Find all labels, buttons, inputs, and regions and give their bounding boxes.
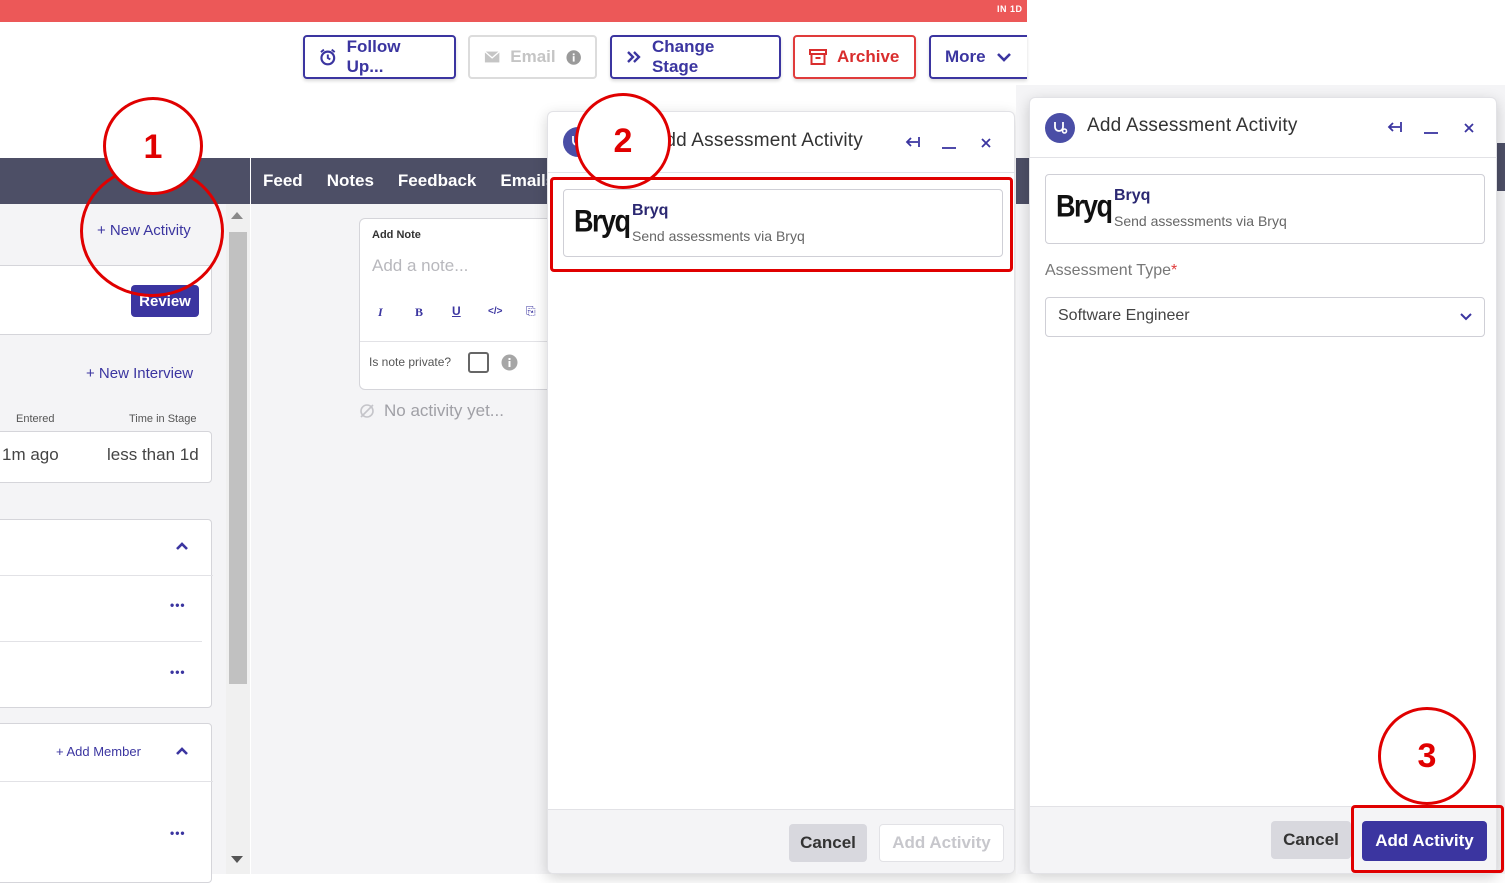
new-interview-link[interactable]: + New Interview bbox=[86, 365, 193, 382]
tab-feed[interactable]: Feed bbox=[263, 171, 303, 191]
right-header-strip bbox=[1016, 158, 1029, 204]
tab-notes[interactable]: Notes bbox=[327, 171, 374, 191]
code-button[interactable]: </> bbox=[488, 306, 502, 317]
annotation-step-3-box bbox=[1351, 805, 1504, 873]
annotation-step-3-circle: 3 bbox=[1378, 707, 1476, 805]
archive-box-icon bbox=[809, 49, 827, 65]
private-note-checkbox[interactable] bbox=[468, 352, 489, 373]
right-edge-strip bbox=[1497, 143, 1505, 191]
minimize-icon[interactable] bbox=[1423, 127, 1439, 135]
feed-tabs: Feed Notes Feedback Emails bbox=[251, 158, 555, 204]
bryq-logo: Bryq bbox=[1056, 188, 1113, 224]
dock-left-icon[interactable] bbox=[904, 136, 920, 148]
entered-value: 1m ago bbox=[2, 445, 59, 464]
no-activity-text: No activity yet... bbox=[384, 401, 504, 420]
stethoscope-icon bbox=[1045, 113, 1075, 143]
bold-button[interactable]: B bbox=[415, 305, 423, 320]
provider-description: Send assessments via Bryq bbox=[1114, 213, 1287, 229]
minimize-icon[interactable] bbox=[941, 142, 957, 150]
add-member-link[interactable]: + Add Member bbox=[56, 744, 141, 759]
annotation-step-3-number: 3 bbox=[1417, 737, 1437, 775]
row-menu-dots-icon[interactable]: ••• bbox=[170, 665, 186, 679]
add-note-label: Add Note bbox=[372, 229, 421, 241]
assessment-type-value: Software Engineer bbox=[1058, 307, 1190, 324]
dock-left-icon[interactable] bbox=[1386, 121, 1402, 133]
add-activity-button-disabled[interactable]: Add Activity bbox=[879, 824, 1004, 862]
annotation-step-2-number: 2 bbox=[613, 122, 633, 160]
time-in-stage-value: less than 1d bbox=[107, 445, 199, 464]
follow-up-button[interactable]: Follow Up... bbox=[303, 35, 456, 79]
tab-feedback[interactable]: Feedback bbox=[398, 171, 476, 191]
more-label: More bbox=[945, 47, 986, 66]
change-stage-button[interactable]: Change Stage bbox=[610, 35, 781, 79]
assessment-type-label: Assessment Type* bbox=[1045, 262, 1177, 280]
row-menu-dots-icon[interactable]: ••• bbox=[170, 598, 186, 612]
top-alert-bar: IN 1D bbox=[0, 0, 1027, 22]
modal-title: Add Assessment Activity bbox=[1087, 115, 1298, 136]
info-icon bbox=[566, 49, 581, 65]
double-chevron-right-icon bbox=[627, 51, 641, 63]
note-input[interactable]: Add a note... bbox=[372, 256, 468, 276]
sidebar-scroll-thumb[interactable] bbox=[229, 232, 247, 684]
modal-title-clip: Add Assessment Activity bbox=[663, 130, 863, 156]
annotation-step-1-number: 1 bbox=[143, 128, 163, 166]
annotation-step-1-circle: 1 bbox=[103, 97, 203, 195]
archive-button[interactable]: Archive bbox=[793, 35, 916, 79]
entered-column-header: Entered bbox=[16, 413, 55, 425]
top-alert-text: IN 1D bbox=[997, 4, 1023, 14]
scroll-down-arrow-icon[interactable] bbox=[231, 856, 243, 863]
chevron-up-icon[interactable] bbox=[175, 541, 189, 551]
embed-button[interactable]: ⎘ bbox=[526, 304, 536, 319]
empty-set-icon bbox=[360, 404, 374, 418]
email-button[interactable]: Email bbox=[468, 35, 597, 79]
alarm-clock-icon bbox=[320, 48, 336, 66]
private-note-label: Is note private? bbox=[369, 355, 452, 369]
change-stage-label: Change Stage bbox=[651, 37, 715, 76]
cancel-button[interactable]: Cancel bbox=[789, 824, 867, 862]
underline-button[interactable]: U bbox=[452, 304, 461, 318]
time-in-stage-column-header: Time in Stage bbox=[129, 413, 197, 425]
scroll-up-arrow-icon[interactable] bbox=[231, 212, 243, 219]
chevron-down-icon bbox=[996, 53, 1011, 62]
info-icon bbox=[501, 354, 518, 371]
italic-button[interactable]: I bbox=[378, 305, 383, 320]
assessment-type-label-text: Assessment Type bbox=[1045, 262, 1171, 279]
modal-footer: Cancel Add Activity bbox=[548, 809, 1014, 873]
bryq-provider-card[interactable]: Bryq Bryq Send assessments via Bryq bbox=[1045, 174, 1485, 244]
email-label: Email bbox=[510, 47, 556, 66]
assessment-type-select[interactable]: Software Engineer bbox=[1045, 297, 1485, 337]
follow-up-label: Follow Up... bbox=[346, 37, 401, 76]
envelope-icon bbox=[484, 51, 500, 63]
provider-name: Bryq bbox=[1114, 187, 1151, 204]
add-note-card: Add Note Add a note... I B U </> ⎘ Is no… bbox=[359, 218, 560, 390]
chevron-down-icon bbox=[1460, 313, 1472, 321]
archive-label: Archive bbox=[837, 47, 900, 66]
close-icon[interactable] bbox=[1463, 122, 1475, 134]
modal-title: Add Assessment Activity bbox=[663, 130, 863, 151]
chevron-up-icon[interactable] bbox=[175, 746, 189, 756]
more-button[interactable]: More bbox=[929, 35, 1027, 79]
row-menu-dots-icon[interactable]: ••• bbox=[170, 826, 186, 840]
close-icon[interactable] bbox=[980, 137, 992, 149]
cancel-button[interactable]: Cancel bbox=[1271, 821, 1351, 859]
annotation-step-2-box bbox=[550, 177, 1013, 272]
annotation-step-2-circle: 2 bbox=[575, 93, 671, 189]
required-marker: * bbox=[1170, 262, 1178, 279]
